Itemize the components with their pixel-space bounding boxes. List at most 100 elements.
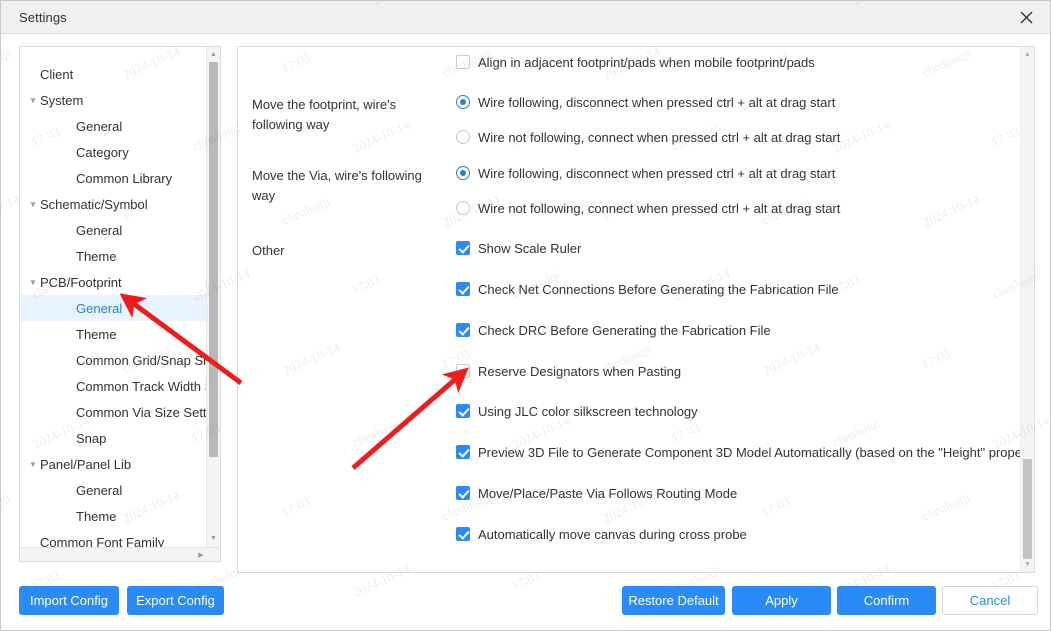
settings-content-panel: Align in adjacent footprint/pads when mo… — [237, 46, 1035, 573]
checkbox-checked-icon[interactable] — [456, 282, 470, 296]
checkbox-label: Check DRC Before Generating the Fabricat… — [478, 323, 771, 338]
radio-label: Wire not following, connect when pressed… — [478, 130, 841, 145]
chevron-down-icon[interactable]: ▼ — [26, 279, 40, 287]
sidebar-item-label: General — [76, 118, 123, 134]
settings-group-label: Other — [252, 243, 285, 258]
caret-up-icon[interactable]: ▲ — [1021, 48, 1034, 61]
checkbox-option[interactable]: Automatically move canvas during cross p… — [456, 527, 747, 543]
radio-unselected-icon[interactable] — [456, 201, 470, 215]
sidebar-item-label: Common Via Size Setting — [76, 404, 208, 420]
checkbox-label: Preview 3D File to Generate Component 3D… — [478, 445, 1035, 460]
sidebar-item-common-grid-snap-size-se[interactable]: Common Grid/Snap Size Se — [20, 347, 208, 373]
chevron-down-icon[interactable]: ▼ — [26, 461, 40, 469]
settings-tree: Client ▼ System General Category Common Libra… — [20, 47, 208, 555]
caret-down-icon[interactable]: ▼ — [207, 532, 220, 545]
title-bar: Settings — [1, 1, 1050, 34]
close-icon[interactable] — [1006, 3, 1046, 32]
sidebar-item-label: Theme — [76, 326, 117, 342]
sidebar-item-pcb-footprint[interactable]: ▼ PCB/Footprint — [20, 269, 208, 295]
sidebar-item-label: General — [76, 222, 123, 238]
sidebar-item-label: Category — [76, 144, 129, 160]
sidebar-item-general[interactable]: General — [20, 217, 208, 243]
radio-label: Wire not following, connect when pressed… — [478, 201, 841, 216]
checkbox-option[interactable]: Align in adjacent footprint/pads when mo… — [456, 55, 815, 71]
sidebar-item-common-track-width-settin[interactable]: Common Track Width Settin — [20, 373, 208, 399]
watermark-text: chenhaiqi — [1, 45, 13, 80]
cancel-button[interactable]: Cancel — [942, 586, 1038, 615]
sidebar-item-label: Common Track Width Settin — [76, 378, 208, 394]
checkbox-checked-icon[interactable] — [456, 323, 470, 337]
checkbox-label: Show Scale Ruler — [478, 241, 582, 256]
sidebar-item-theme[interactable]: Theme — [20, 503, 208, 529]
chevron-down-icon[interactable]: ▼ — [26, 97, 40, 105]
sidebar-item-common-via-size-setting[interactable]: Common Via Size Setting — [20, 399, 208, 425]
checkbox-checked-icon[interactable] — [456, 486, 470, 500]
sidebar-item-label: Snap — [76, 430, 107, 446]
checkbox-option[interactable]: Reserve Designators when Pasting — [456, 364, 681, 380]
checkbox-label: Check Net Connections Before Generating … — [478, 282, 839, 297]
sidebar-horizontal-scrollbar[interactable]: ▶ — [20, 547, 220, 561]
sidebar-item-label: General — [76, 482, 123, 498]
export-config-button[interactable]: Export Config — [127, 586, 224, 615]
settings-tree-panel: Client ▼ System General Category Common Libra… — [19, 46, 221, 562]
sidebar-item-label: PCB/Footprint — [40, 274, 122, 290]
checkbox-checked-icon[interactable] — [456, 241, 470, 255]
watermark-text: chenhaiqi — [1, 489, 13, 524]
checkbox-unchecked-icon[interactable] — [456, 55, 470, 69]
radio-label: Wire following, disconnect when pressed … — [478, 166, 836, 181]
sidebar-item-label: Theme — [76, 248, 117, 264]
checkbox-option[interactable]: Move/Place/Paste Via Follows Routing Mod… — [456, 486, 737, 502]
checkbox-option[interactable]: Preview 3D File to Generate Component 3D… — [456, 445, 1035, 461]
radio-option[interactable]: Wire not following, connect when pressed… — [456, 130, 840, 146]
confirm-button[interactable]: Confirm — [837, 586, 936, 615]
sidebar-item-system[interactable]: ▼ System — [20, 87, 208, 113]
sidebar-vertical-scrollbar[interactable]: ▲ ▼ — [206, 47, 220, 561]
sidebar-item-client[interactable]: Client — [20, 61, 208, 87]
content-scroll-thumb[interactable] — [1023, 459, 1032, 559]
checkbox-label: Reserve Designators when Pasting — [478, 364, 682, 379]
checkbox-label: Automatically move canvas during cross p… — [478, 527, 747, 542]
sidebar-item-category[interactable]: Category — [20, 139, 208, 165]
checkbox-option[interactable]: Check Net Connections Before Generating … — [456, 282, 839, 298]
settings-dialog: Settings Client ▼ System General Category Com… — [0, 0, 1051, 631]
radio-option[interactable]: Wire not following, connect when pressed… — [456, 201, 840, 217]
radio-selected-icon[interactable] — [456, 95, 470, 109]
sidebar-item-theme[interactable]: Theme — [20, 321, 208, 347]
sidebar-item-general[interactable]: General — [20, 295, 208, 321]
radio-unselected-icon[interactable] — [456, 130, 470, 144]
checkbox-unchecked-icon[interactable] — [456, 364, 470, 378]
sidebar-item-snap[interactable]: Snap — [20, 425, 208, 451]
sidebar-item-general[interactable]: General — [20, 113, 208, 139]
checkbox-option[interactable]: Using JLC color silkscreen technology — [456, 404, 698, 420]
sidebar-item-schematic-symbol[interactable]: ▼ Schematic/Symbol — [20, 191, 208, 217]
page-title: Settings — [19, 10, 67, 25]
sidebar-item-general[interactable]: General — [20, 477, 208, 503]
radio-option[interactable]: Wire following, disconnect when pressed … — [456, 166, 835, 182]
dialog-footer: Import Config Export Config Restore Defa… — [1, 572, 1050, 630]
radio-selected-icon[interactable] — [456, 166, 470, 180]
checkbox-option[interactable]: Check DRC Before Generating the Fabricat… — [456, 323, 771, 339]
caret-up-icon[interactable]: ▲ — [207, 48, 220, 61]
checkbox-checked-icon[interactable] — [456, 404, 470, 418]
import-config-button[interactable]: Import Config — [19, 586, 119, 615]
sidebar-item-label: System — [40, 92, 84, 108]
radio-option[interactable]: Wire following, disconnect when pressed … — [456, 95, 835, 111]
radio-label: Wire following, disconnect when pressed … — [478, 95, 836, 110]
sidebar-item-label: Panel/Panel Lib — [40, 456, 132, 472]
sidebar-item-panel-panel-lib[interactable]: ▼ Panel/Panel Lib — [20, 451, 208, 477]
checkbox-label: Using JLC color silkscreen technology — [478, 404, 698, 419]
settings-form: Align in adjacent footprint/pads when mo… — [238, 47, 1034, 572]
apply-button[interactable]: Apply — [732, 586, 831, 615]
checkbox-option[interactable]: Show Scale Ruler — [456, 241, 581, 257]
sidebar-item-common-library[interactable]: Common Library — [20, 165, 208, 191]
sidebar-item-theme[interactable]: Theme — [20, 243, 208, 269]
caret-down-icon[interactable]: ▼ — [1021, 558, 1034, 571]
checkbox-checked-icon[interactable] — [456, 527, 470, 541]
sidebar-item-label: Theme — [76, 508, 117, 524]
checkbox-checked-icon[interactable] — [456, 445, 470, 459]
chevron-down-icon[interactable]: ▼ — [26, 201, 40, 209]
content-vertical-scrollbar[interactable]: ▲ ▼ — [1020, 47, 1034, 572]
caret-right-icon[interactable]: ▶ — [195, 549, 207, 561]
sidebar-scroll-thumb[interactable] — [209, 62, 218, 457]
restore-default-button[interactable]: Restore Default — [622, 586, 725, 615]
